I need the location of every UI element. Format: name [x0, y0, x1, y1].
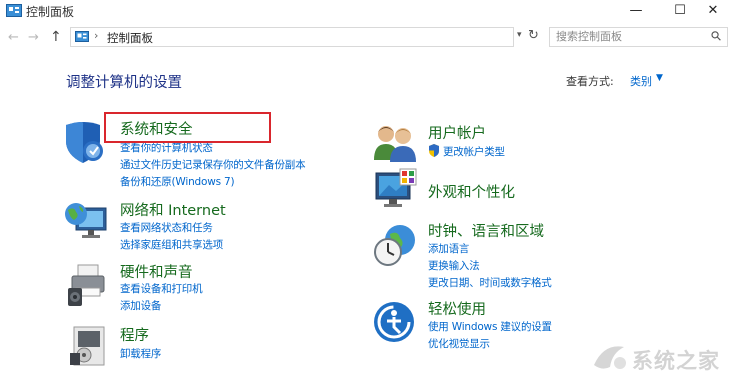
link-add-device[interactable]: 添加设备: [120, 298, 161, 313]
view-by-chevron-icon[interactable]: ▼: [656, 73, 663, 83]
link-backup-restore[interactable]: 备份和还原(Windows 7): [120, 174, 235, 189]
category-programs[interactable]: 程序: [120, 324, 149, 345]
clock-globe-icon[interactable]: [372, 222, 418, 268]
refresh-icon[interactable]: ↻: [528, 28, 539, 43]
link-network-status[interactable]: 查看网络状态和任务: [120, 220, 213, 235]
page-title: 调整计算机的设置: [66, 75, 182, 91]
link-change-account-type[interactable]: 更改帐户类型: [443, 144, 505, 159]
link-optimize-visual-display[interactable]: 优化视觉显示: [428, 336, 490, 351]
category-user-accounts[interactable]: 用户帐户: [428, 122, 486, 143]
forward-arrow-icon[interactable]: →: [28, 30, 39, 45]
watermark-text: 系统之家: [632, 349, 720, 373]
printer-speaker-icon[interactable]: [64, 262, 110, 308]
address-dropdown-icon[interactable]: ▾: [517, 30, 522, 40]
category-clock-language-region[interactable]: 时钟、语言和区域: [428, 220, 544, 241]
link-change-date-time-format[interactable]: 更改日期、时间或数字格式: [428, 275, 552, 290]
control-panel-small-icon: [75, 31, 89, 42]
address-bar[interactable]: › 控制面板: [70, 27, 514, 47]
category-hardware-sound[interactable]: 硬件和声音: [120, 261, 193, 282]
uac-shield-icon: [429, 144, 439, 157]
search-box[interactable]: ⚲: [549, 27, 728, 47]
minimize-button[interactable]: —: [614, 0, 658, 24]
users-icon[interactable]: [372, 122, 418, 164]
shield-icon[interactable]: [62, 117, 108, 165]
category-ease-of-access[interactable]: 轻松使用: [428, 298, 486, 319]
breadcrumb-separator-icon[interactable]: ›: [94, 29, 98, 42]
highlight-annotation-box: [104, 112, 271, 143]
category-network-internet[interactable]: 网络和 Internet: [120, 199, 226, 220]
link-change-input-method[interactable]: 更换输入法: [428, 258, 480, 273]
monitor-palette-icon[interactable]: [374, 167, 418, 211]
title-bar: 控制面板 — ☐ ✕: [0, 0, 735, 26]
link-add-language[interactable]: 添加语言: [428, 241, 469, 256]
search-icon[interactable]: ⚲: [709, 28, 726, 45]
link-homegroup-sharing[interactable]: 选择家庭组和共享选项: [120, 237, 223, 252]
search-input[interactable]: [556, 30, 696, 43]
breadcrumb-control-panel[interactable]: 控制面板: [107, 30, 153, 46]
view-by-label: 查看方式:: [566, 75, 614, 88]
category-appearance-personalization[interactable]: 外观和个性化: [428, 181, 515, 202]
up-arrow-icon[interactable]: ↑: [50, 29, 62, 45]
ease-of-access-icon[interactable]: [372, 300, 416, 344]
link-uninstall-program[interactable]: 卸载程序: [120, 346, 161, 361]
back-arrow-icon[interactable]: ←: [8, 30, 19, 45]
link-file-history-backup[interactable]: 通过文件历史记录保存你的文件备份副本: [120, 157, 306, 172]
programs-icon[interactable]: [66, 323, 110, 369]
close-button[interactable]: ✕: [691, 0, 735, 24]
window-title: 控制面板: [26, 5, 75, 19]
control-panel-app-icon: [6, 4, 22, 17]
link-devices-printers[interactable]: 查看设备和打印机: [120, 281, 203, 296]
link-windows-recommended-settings[interactable]: 使用 Windows 建议的设置: [428, 319, 552, 334]
view-by-dropdown[interactable]: 类别: [630, 73, 652, 89]
network-globe-icon[interactable]: [62, 196, 110, 242]
